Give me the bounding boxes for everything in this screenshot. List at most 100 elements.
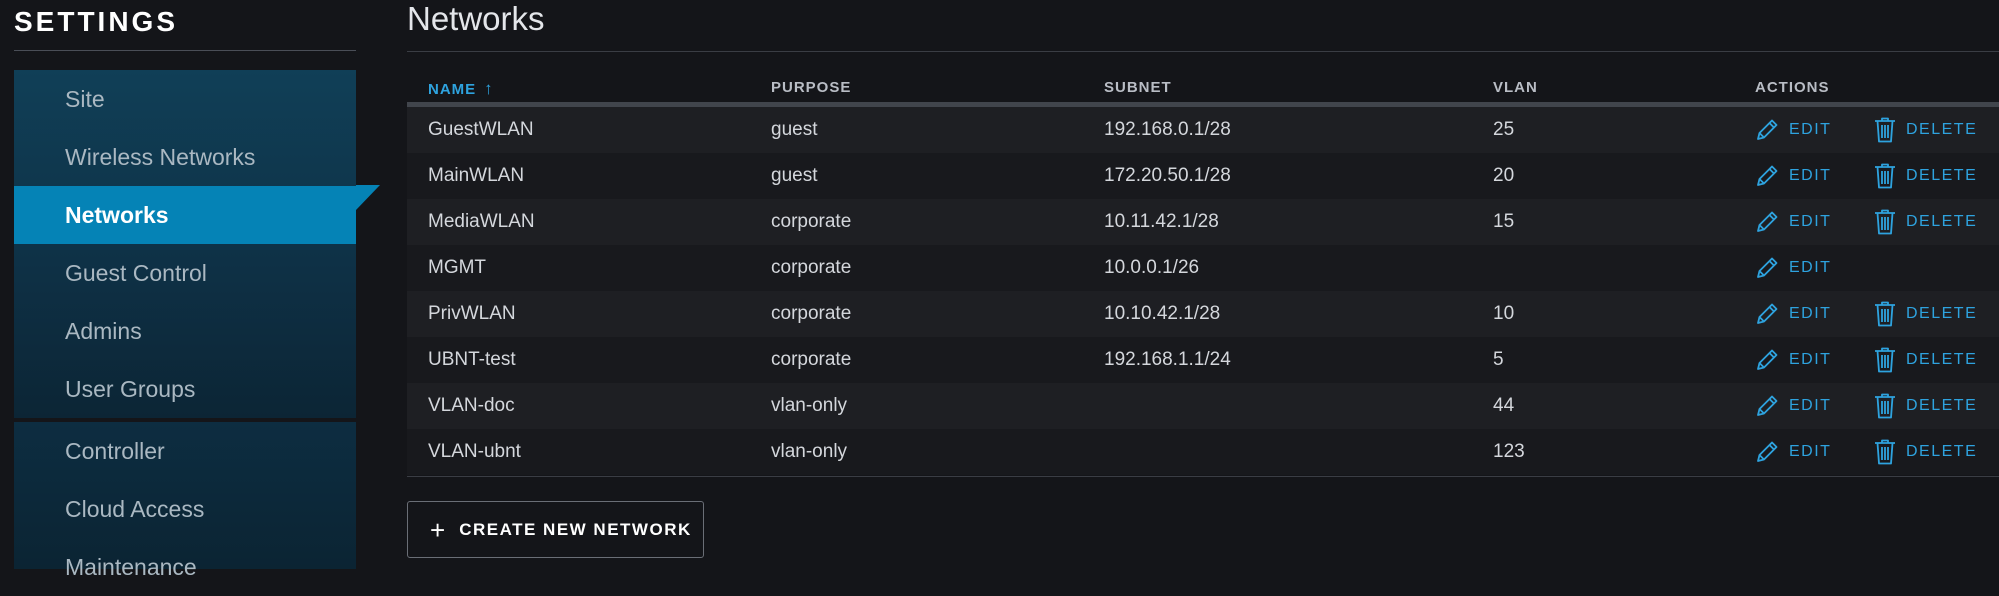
cell-name: MGMT [428,257,487,278]
sidebar-title: SETTINGS [14,6,179,37]
pencil-icon [1755,440,1789,464]
trash-icon [1874,301,1906,327]
cell-subnet: 10.10.42.1/28 [1104,303,1221,324]
sort-ascending-icon: ↑ [484,79,494,98]
delete-button[interactable]: DELETE [1874,291,1977,337]
pencil-icon [1755,394,1789,418]
table-bottom-divider [407,476,1999,477]
delete-label: DELETE [1906,305,1978,322]
cell-vlan: 15 [1493,211,1515,232]
cell-vlan: 10 [1493,303,1515,324]
cell-name: MediaWLAN [428,211,535,232]
active-item-indicator [356,185,380,210]
cell-vlan: 25 [1493,119,1515,140]
cell-purpose: vlan-only [771,395,848,416]
table-row: UBNT-test corporate 192.168.1.1/24 5 EDIT DEL… [407,337,1999,383]
cell-subnet: 172.20.50.1/28 [1104,165,1231,186]
table-row: GuestWLAN guest 192.168.0.1/28 25 EDIT DELETE [407,107,1999,153]
cell-purpose: corporate [771,303,852,324]
table-row: MGMT corporate 10.0.0.1/26 EDIT [407,245,1999,291]
edit-label: EDIT [1789,443,1832,460]
trash-icon [1874,117,1906,143]
cell-name: MainWLAN [428,165,525,186]
edit-label: EDIT [1789,305,1832,322]
sidebar-nav-secondary: Controller Cloud Access Maintenance [14,422,356,580]
edit-button[interactable]: EDIT [1755,337,1831,383]
column-header-name-label: NAME [428,81,477,98]
sidebar-item-guest-control[interactable]: Guest Control [14,244,356,302]
pencil-icon [1755,256,1789,280]
pencil-icon [1755,348,1789,372]
edit-label: EDIT [1789,351,1832,368]
delete-button[interactable]: DELETE [1874,383,1977,429]
table-row: MediaWLAN corporate 10.11.42.1/28 15 EDIT DEL… [407,199,1999,245]
sidebar-item-wireless-networks[interactable]: Wireless Networks [14,128,356,186]
sidebar-item-admins[interactable]: Admins [14,302,356,360]
cell-subnet: 10.11.42.1/28 [1104,211,1219,232]
delete-label: DELETE [1906,351,1978,368]
column-header-purpose[interactable]: PURPOSE [771,79,851,96]
table-row: PrivWLAN corporate 10.10.42.1/28 10 EDIT DELE… [407,291,1999,337]
delete-button[interactable]: DELETE [1874,429,1977,475]
edit-label: EDIT [1789,259,1832,276]
trash-icon [1874,209,1906,235]
cell-name: VLAN-ubnt [428,441,521,462]
trash-icon [1874,393,1906,419]
cell-vlan: 123 [1493,441,1525,462]
cell-subnet: 10.0.0.1/26 [1104,257,1200,278]
plus-icon: + [430,514,446,545]
cell-name: VLAN-doc [428,395,515,416]
edit-label: EDIT [1789,397,1832,414]
pencil-icon [1755,302,1789,326]
sidebar-item-networks[interactable]: Networks [14,186,356,244]
edit-button[interactable]: EDIT [1755,153,1831,199]
column-header-actions: ACTIONS [1755,79,1830,96]
cell-purpose: guest [771,119,818,140]
cell-name: GuestWLAN [428,119,534,140]
edit-button[interactable]: EDIT [1755,199,1831,245]
cell-purpose: corporate [771,349,852,370]
column-header-vlan[interactable]: VLAN [1493,79,1538,96]
create-new-network-button[interactable]: + CREATE NEW NETWORK [407,501,704,558]
delete-button[interactable]: DELETE [1874,337,1977,383]
edit-button[interactable]: EDIT [1755,107,1831,153]
delete-label: DELETE [1906,213,1978,230]
cell-vlan: 44 [1493,395,1515,416]
sidebar-item-controller[interactable]: Controller [14,422,356,480]
cell-vlan: 20 [1493,165,1515,186]
table-row: MainWLAN guest 172.20.50.1/28 20 EDIT DELETE [407,153,1999,199]
pencil-icon [1755,118,1789,142]
table-row: VLAN-ubnt vlan-only 123 EDIT DELETE [407,429,1999,475]
cell-purpose: guest [771,165,818,186]
table-header: NAME ↑ PURPOSE SUBNET VLAN ACTIONS [407,66,1999,107]
edit-button[interactable]: EDIT [1755,429,1831,475]
edit-button[interactable]: EDIT [1755,383,1831,429]
sidebar-item-cloud-access[interactable]: Cloud Access [14,480,356,538]
cell-subnet: 192.168.0.1/28 [1104,119,1231,140]
delete-button[interactable]: DELETE [1874,153,1977,199]
cell-purpose: corporate [771,257,852,278]
settings-sidebar: SETTINGS Site Wireless Networks Networks… [0,0,380,580]
edit-label: EDIT [1789,213,1832,230]
edit-label: EDIT [1789,121,1832,138]
delete-label: DELETE [1906,397,1978,414]
edit-button[interactable]: EDIT [1755,245,1831,291]
trash-icon [1874,163,1906,189]
delete-button[interactable]: DELETE [1874,107,1977,153]
pencil-icon [1755,210,1789,234]
table-body: GuestWLAN guest 192.168.0.1/28 25 EDIT DELETE… [407,107,1999,475]
delete-button[interactable]: DELETE [1874,199,1977,245]
cell-purpose: corporate [771,211,852,232]
sidebar-item-maintenance[interactable]: Maintenance [14,538,356,596]
column-header-subnet[interactable]: SUBNET [1104,79,1172,96]
sidebar-item-user-groups[interactable]: User Groups [14,360,356,418]
column-header-name[interactable]: NAME ↑ [428,79,494,99]
cell-purpose: vlan-only [771,441,848,462]
sidebar-item-site[interactable]: Site [14,70,356,128]
cell-name: PrivWLAN [428,303,516,324]
edit-button[interactable]: EDIT [1755,291,1831,337]
title-divider [407,51,1999,52]
cell-vlan: 5 [1493,349,1504,370]
table-row: VLAN-doc vlan-only 44 EDIT DELETE [407,383,1999,429]
create-new-network-label: CREATE NEW NETWORK [459,519,692,539]
